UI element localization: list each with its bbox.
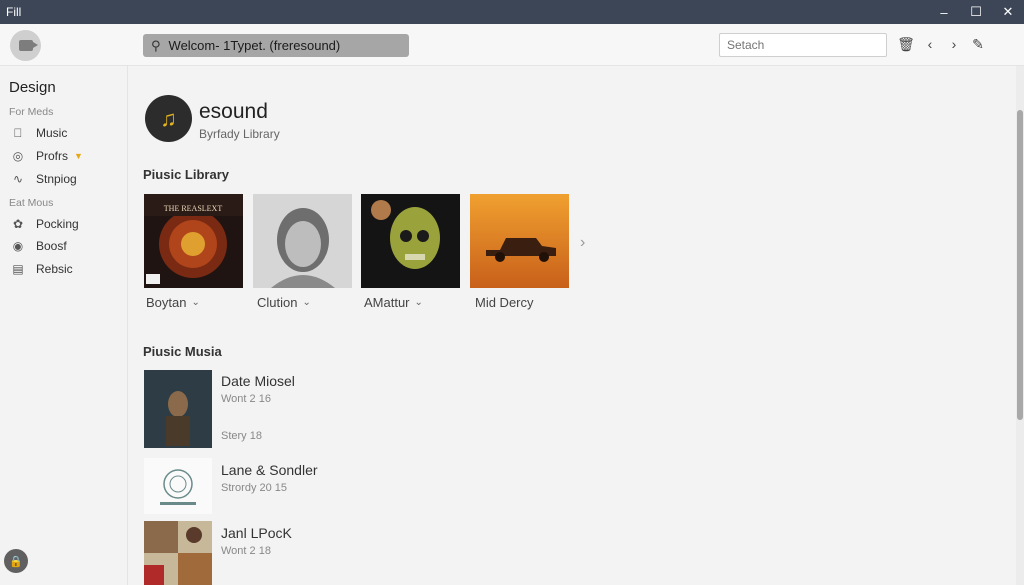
maximize-button[interactable]: ☐ xyxy=(960,0,992,24)
album-art xyxy=(253,194,352,288)
sidebar-item-label: Music xyxy=(36,126,68,140)
track-title[interactable]: Date Miosel xyxy=(221,373,295,389)
sidebar-section-label: For Meds xyxy=(9,106,54,118)
minimize-button[interactable]: – xyxy=(928,0,960,24)
library-heading: Piusic Library xyxy=(143,167,229,182)
album-art-text: THE REASLEXT xyxy=(164,204,223,213)
sidebar-item-label: Profrs xyxy=(36,149,69,163)
album-art xyxy=(470,194,569,288)
tile-label-text: Clution xyxy=(257,295,298,310)
sidebar-item-pocking[interactable]: ✿ Pocking xyxy=(11,215,79,233)
track-thumbnail[interactable] xyxy=(144,370,212,448)
sidebar-item-boosf[interactable]: ◉ Boosf xyxy=(11,237,67,255)
search-input[interactable] xyxy=(719,33,887,57)
app-avatar[interactable] xyxy=(10,30,41,61)
apple-icon:  xyxy=(11,126,25,140)
sidebar-item-label: Boosf xyxy=(36,239,67,253)
forward-icon[interactable]: › xyxy=(944,34,964,54)
list-icon: ▤ xyxy=(12,262,24,276)
tile-label[interactable]: Mid Dercy xyxy=(475,295,534,310)
leaf-icon: ✿ xyxy=(12,217,24,231)
sidebar-item-label: Stnpiog xyxy=(36,172,77,186)
track-subtitle: Wont 2 16 xyxy=(221,393,271,405)
tile-label[interactable]: Clution ⌄ xyxy=(257,295,311,310)
wave-icon: ∿ xyxy=(12,172,24,186)
sidebar-item-label: Rebsic xyxy=(36,262,73,276)
track-thumbnail[interactable] xyxy=(144,521,212,585)
tile-label-text: Boytan xyxy=(146,295,187,310)
search-icon: ⚲ xyxy=(151,37,161,53)
lock-icon: 🔒 xyxy=(9,555,23,568)
scrollbar[interactable] xyxy=(1016,66,1024,585)
track-title[interactable]: Janl LPocK xyxy=(221,525,292,541)
sidebar-item-music[interactable]:  Music xyxy=(11,124,68,142)
album-tile[interactable] xyxy=(253,194,352,288)
title-bar: Fill – ☐ ✕ xyxy=(0,0,1024,24)
back-icon[interactable]: ‹ xyxy=(920,34,940,54)
sidebar: Design For Meds  Music ◎ Profrs ▼ ∿ Stn… xyxy=(0,66,128,585)
carousel-next-icon[interactable]: › xyxy=(580,234,585,252)
sidebar-section-label: Eat Mous xyxy=(9,197,54,209)
album-art: THE REASLEXT xyxy=(144,194,243,288)
album-tile[interactable]: THE REASLEXT xyxy=(144,194,243,288)
edit-icon[interactable]: ✎ xyxy=(968,34,988,54)
track-subtitle: Wont 2 18 xyxy=(221,545,271,557)
sidebar-item-stnpiog[interactable]: ∿ Stnpiog xyxy=(11,170,77,188)
track-subtitle: Stery 18 xyxy=(221,430,262,442)
bolt-icon: ◉ xyxy=(12,239,24,253)
track-thumbnail[interactable] xyxy=(144,458,212,514)
sidebar-title: Design xyxy=(9,79,56,96)
music-note-icon: ♫ xyxy=(160,105,177,131)
toolbar-actions: 🗑 ‹ › ✎ xyxy=(896,34,988,54)
close-button[interactable]: ✕ xyxy=(992,0,1024,24)
main-content: ♫ esound Byrfady Library Piusic Library … xyxy=(129,66,1016,585)
sidebar-item-profrs[interactable]: ◎ Profrs ▼ xyxy=(11,147,83,165)
album-tile[interactable] xyxy=(361,194,460,288)
lock-button[interactable]: 🔒 xyxy=(4,549,28,573)
track-subtitle: Strordy 20 15 xyxy=(221,482,288,494)
scrollbar-thumb[interactable] xyxy=(1017,110,1023,420)
badge-triangle-icon: ▼ xyxy=(74,151,83,161)
tile-label-text: Mid Dercy xyxy=(475,295,534,310)
chevron-down-icon: ⌄ xyxy=(414,297,423,308)
track-art xyxy=(144,458,212,514)
search-bar[interactable]: ⚲ Welcom- 1Typet. (freresound) xyxy=(143,34,409,57)
artist-subtitle: Byrfady Library xyxy=(199,127,280,141)
tile-label-text: AMattur xyxy=(364,295,410,310)
camera-icon xyxy=(18,40,38,51)
chevron-down-icon: ⌄ xyxy=(302,297,311,308)
artist-logo: ♫ xyxy=(145,95,192,142)
tile-label[interactable]: AMattur ⌄ xyxy=(364,295,423,310)
track-art xyxy=(144,521,212,585)
tile-label[interactable]: Boytan ⌄ xyxy=(146,295,200,310)
album-tile[interactable] xyxy=(470,194,569,288)
album-art xyxy=(361,194,460,288)
search-text: Welcom- 1Typet. (freresound) xyxy=(168,38,341,53)
window-title: Fill xyxy=(6,5,22,19)
sidebar-item-label: Pocking xyxy=(36,217,79,231)
toolbar: ⚲ Welcom- 1Typet. (freresound) 🗑 ‹ › ✎ xyxy=(0,24,1024,66)
sidebar-item-rebsic[interactable]: ▤ Rebsic xyxy=(11,260,73,278)
chevron-down-icon: ⌄ xyxy=(191,297,200,308)
track-art xyxy=(144,370,212,448)
target-icon: ◎ xyxy=(12,149,24,163)
artist-name: esound xyxy=(199,100,268,123)
trash-icon[interactable]: 🗑 xyxy=(896,34,916,54)
track-title[interactable]: Lane & Sondler xyxy=(221,462,318,478)
music-heading: Piusic Musia xyxy=(143,344,222,359)
